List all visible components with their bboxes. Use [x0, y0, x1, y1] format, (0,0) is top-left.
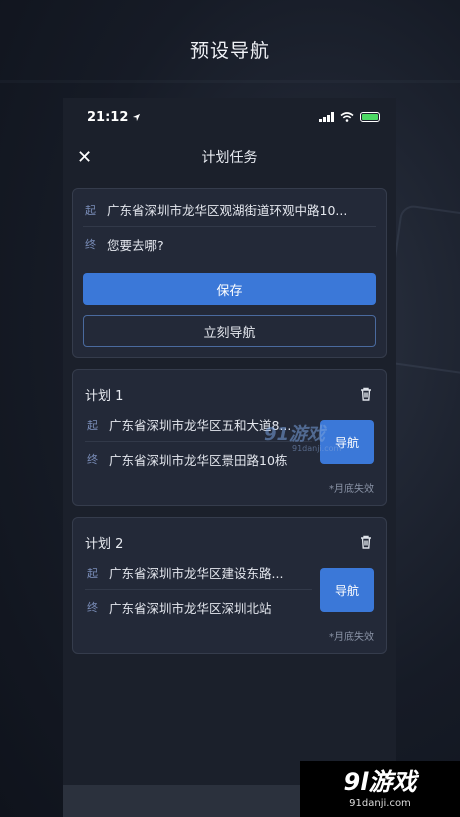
- start-tag: 起: [87, 418, 98, 432]
- background-line: [0, 80, 460, 83]
- trash-icon[interactable]: [358, 534, 374, 550]
- navigate-now-button[interactable]: 立刻导航: [83, 315, 376, 347]
- plan-end-row: 终 广东省深圳市龙华区景田路10栋: [85, 442, 312, 476]
- wifi-icon: [340, 112, 354, 122]
- plan-routes: 起 广东省深圳市龙华区五和大道8... 终 广东省深圳市龙华区景田路10栋: [85, 408, 312, 476]
- start-address: 广东省深圳市龙华区观湖街道环观中路10...: [107, 203, 348, 218]
- plan-name: 计划 2: [85, 536, 124, 552]
- start-tag: 起: [87, 566, 98, 580]
- cellular-signal-icon: [319, 112, 334, 122]
- route-entry-card: 起 广东省深圳市龙华区观湖街道环观中路10... 终 您要去哪? 保存 立刻导航: [72, 188, 387, 358]
- site-logo: 9l游戏 91danji.com: [300, 761, 460, 817]
- plan-header: 计划 2: [85, 528, 374, 556]
- logo-text: 9l游戏: [343, 767, 417, 796]
- battery-icon: [360, 112, 380, 122]
- status-indicators: [319, 112, 380, 122]
- plan-start-address: 广东省深圳市龙华区建设东路...: [109, 566, 284, 581]
- plan-card-1: 计划 1 起 广东省深圳市龙华区五和大道8... 终 广东省深圳市龙华区景田路1…: [72, 369, 387, 506]
- phone-screen: 21:12 ✕ 计划任务 起 广东省深圳市龙华区观湖街道环观中路10... 终 …: [63, 98, 396, 817]
- plan-start-row: 起 广东省深圳市龙华区建设东路...: [85, 556, 312, 590]
- plan-body: 起 广东省深圳市龙华区建设东路... 终 广东省深圳市龙华区深圳北站 导航: [85, 556, 374, 624]
- location-arrow-icon: [133, 113, 141, 121]
- start-tag: 起: [85, 203, 96, 217]
- plan-navigate-button[interactable]: 导航: [320, 420, 374, 464]
- logo-url: 91danji.com: [349, 797, 411, 809]
- plan-start-address: 广东省深圳市龙华区五和大道8...: [109, 418, 292, 433]
- status-time: 21:12: [87, 110, 141, 125]
- nav-bar: ✕ 计划任务: [63, 136, 396, 178]
- destination-field[interactable]: 终 您要去哪?: [83, 227, 376, 261]
- plan-start-row: 起 广东省深圳市龙华区五和大道8...: [85, 408, 312, 442]
- plan-expire-note: *月底失效: [329, 632, 374, 643]
- promo-title: 预设导航: [189, 40, 270, 62]
- end-tag: 终: [87, 453, 98, 466]
- plan-card-2: 计划 2 起 广东省深圳市龙华区建设东路... 终 广东省深圳市龙华区深圳北站 …: [72, 517, 387, 654]
- status-bar: 21:12: [63, 98, 396, 136]
- plan-name: 计划 1: [85, 388, 124, 404]
- close-icon[interactable]: ✕: [77, 147, 97, 168]
- trash-icon[interactable]: [358, 386, 374, 402]
- end-tag: 终: [85, 238, 96, 251]
- clock-text: 21:12: [87, 109, 129, 125]
- plan-routes: 起 广东省深圳市龙华区建设东路... 终 广东省深圳市龙华区深圳北站: [85, 556, 312, 624]
- plan-body: 起 广东省深圳市龙华区五和大道8... 终 广东省深圳市龙华区景田路10栋 导航: [85, 408, 374, 476]
- plan-navigate-button[interactable]: 导航: [320, 568, 374, 612]
- destination-placeholder: 您要去哪?: [107, 237, 164, 253]
- plan-end-address: 广东省深圳市龙华区深圳北站: [109, 600, 272, 616]
- plan-end-address: 广东省深圳市龙华区景田路10栋: [109, 452, 288, 468]
- end-tag: 终: [87, 601, 98, 614]
- plan-header: 计划 1: [85, 380, 374, 408]
- plan-end-row: 终 广东省深圳市龙华区深圳北站: [85, 590, 312, 624]
- plan-expire-note: *月底失效: [329, 484, 374, 495]
- save-button[interactable]: 保存: [83, 273, 376, 305]
- start-point-field[interactable]: 起 广东省深圳市龙华区观湖街道环观中路10...: [83, 193, 376, 227]
- page-title: 计划任务: [201, 150, 258, 166]
